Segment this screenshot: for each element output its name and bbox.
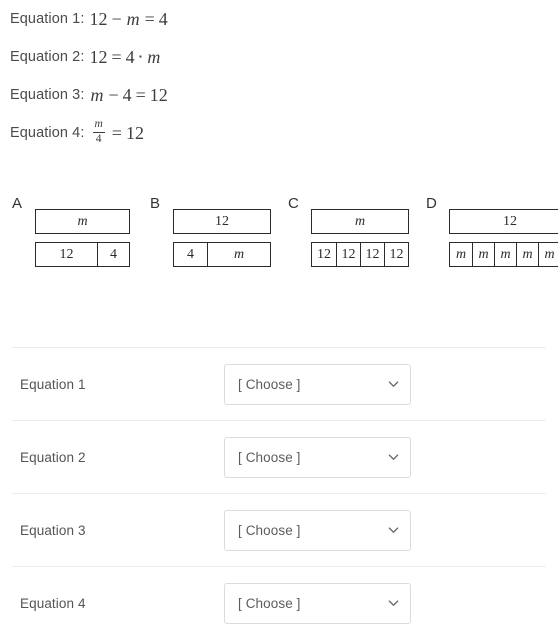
chevron-down-icon[interactable]: [388, 452, 399, 463]
math-number: 4: [122, 84, 132, 105]
equation-expression: 12− m = 4: [89, 9, 167, 30]
tape-diagram-letter: D: [426, 195, 437, 212]
fraction-numerator: m: [94, 118, 103, 130]
equation-3-choose-select[interactable]: [ Choose ]: [224, 509, 411, 551]
tape-cell: m: [516, 243, 538, 266]
equation-label: Equation 3:: [10, 87, 85, 103]
equation-line-3: Equation 3: m −4 = 12: [0, 76, 558, 114]
tape-cell: 4: [187, 246, 194, 262]
tape-cell: 12: [360, 243, 384, 266]
tape-cell: m: [455, 246, 467, 262]
math-number: 12: [149, 84, 168, 105]
tape-diagram-letter: A: [12, 195, 23, 212]
math-operator: =: [135, 84, 146, 105]
tape-cell: m: [77, 213, 88, 229]
tape-bars: 12 4 m: [173, 209, 271, 267]
equation-expression: m 4 = 12: [89, 118, 144, 146]
equation-label: Equation 1:: [10, 11, 85, 27]
tape-bar-bottom: mmmmm: [449, 242, 558, 267]
math-variable: m: [147, 46, 161, 67]
match-row-label: Equation 3: [20, 522, 86, 538]
select-selected-value: [ Choose ]: [238, 595, 301, 611]
chevron-down-icon[interactable]: [388, 525, 399, 536]
tape-diagrams-group: Am 12 4 B 12 4 m Cm 12 12 12 12 D 12 m m m m m: [0, 196, 558, 296]
match-row-2: Equation 2 [ Choose ]: [12, 420, 546, 493]
math-operator: −: [111, 8, 122, 29]
tape-bar-bottom: 4m: [173, 242, 271, 267]
select-selected-value: [ Choose ]: [238, 449, 301, 465]
select-selected-value: [ Choose ]: [238, 522, 301, 538]
tape-cell: 12: [336, 243, 360, 266]
equation-line-2: Equation 2: 12 = 4 ⋅ m: [0, 38, 558, 76]
tape-cell: m: [207, 243, 270, 266]
math-operator: −: [108, 84, 119, 105]
equation-matching-list: Equation 1 [ Choose ] Equation 2 [ Choose ]…: [0, 347, 558, 639]
fraction-denominator: 4: [92, 131, 105, 146]
equation-label: Equation 2:: [10, 49, 85, 65]
match-row-label: Equation 1: [20, 376, 86, 392]
tape-diagram-letter: B: [150, 195, 161, 212]
tape-cell: m: [472, 243, 494, 266]
match-row-label: Equation 2: [20, 449, 86, 465]
math-number: 12: [125, 122, 144, 143]
tape-cell: 4: [97, 243, 129, 266]
equation-line-4: Equation 4: m 4 = 12: [0, 114, 558, 152]
tape-bar-top: m: [35, 209, 130, 234]
tape-bar-top: 12: [173, 209, 271, 234]
equation-1-choose-select[interactable]: [ Choose ]: [224, 363, 411, 405]
select-selected-value: [ Choose ]: [238, 376, 301, 392]
tape-cell: 12: [384, 243, 408, 266]
tape-cell: m: [354, 213, 366, 229]
match-row-label: Equation 4: [20, 595, 86, 611]
math-number: 4: [125, 46, 135, 67]
tape-diagram-letter: C: [288, 195, 299, 212]
math-variable: m: [126, 8, 140, 29]
tape-bars: 12 m m m m m: [449, 209, 558, 267]
fraction: m4: [91, 118, 105, 146]
tape-cell: 12: [317, 246, 331, 262]
match-row-1: Equation 1 [ Choose ]: [12, 347, 546, 420]
equation-expression: 12 = 4 ⋅ m: [89, 47, 161, 68]
math-variable: m: [90, 84, 104, 105]
tape-cell: m: [494, 243, 516, 266]
tape-bar-bottom: 12 12 12 12: [311, 242, 409, 267]
tape-bar-top: 12: [449, 209, 558, 234]
tape-cell: 12: [503, 213, 517, 229]
tape-bar-top: m: [311, 209, 409, 234]
math-number: 12: [89, 46, 108, 67]
chevron-down-icon[interactable]: [388, 379, 399, 390]
tape-cell: 12: [59, 246, 74, 262]
chevron-down-icon[interactable]: [388, 598, 399, 609]
equation-expression: m −4 = 12: [89, 85, 167, 106]
math-operator: =: [111, 122, 122, 143]
tape-bar-bottom: 12 4: [35, 242, 130, 267]
match-row-3: Equation 3 [ Choose ]: [12, 493, 546, 566]
tape-bars: m 12 4: [35, 209, 130, 267]
tape-cell: 12: [215, 213, 229, 229]
equation-label: Equation 4:: [10, 125, 85, 141]
tape-bars: m 12 12 12 12: [311, 209, 409, 267]
math-number: 12: [89, 8, 108, 29]
tape-cell: m: [538, 243, 558, 266]
equation-4-choose-select[interactable]: [ Choose ]: [224, 582, 411, 624]
equation-line-1: Equation 1: 12− m = 4: [0, 0, 558, 38]
equation-2-choose-select[interactable]: [ Choose ]: [224, 436, 411, 478]
math-number: 4: [158, 8, 168, 29]
math-operator: =: [144, 8, 155, 29]
equations-list: Equation 1: 12− m = 4 Equation 2: 12 = 4 ⋅ m Equati…: [0, 0, 558, 152]
match-row-4: Equation 4 [ Choose ]: [12, 566, 546, 639]
math-operator: ⋅: [137, 46, 144, 67]
math-operator: =: [111, 46, 122, 67]
